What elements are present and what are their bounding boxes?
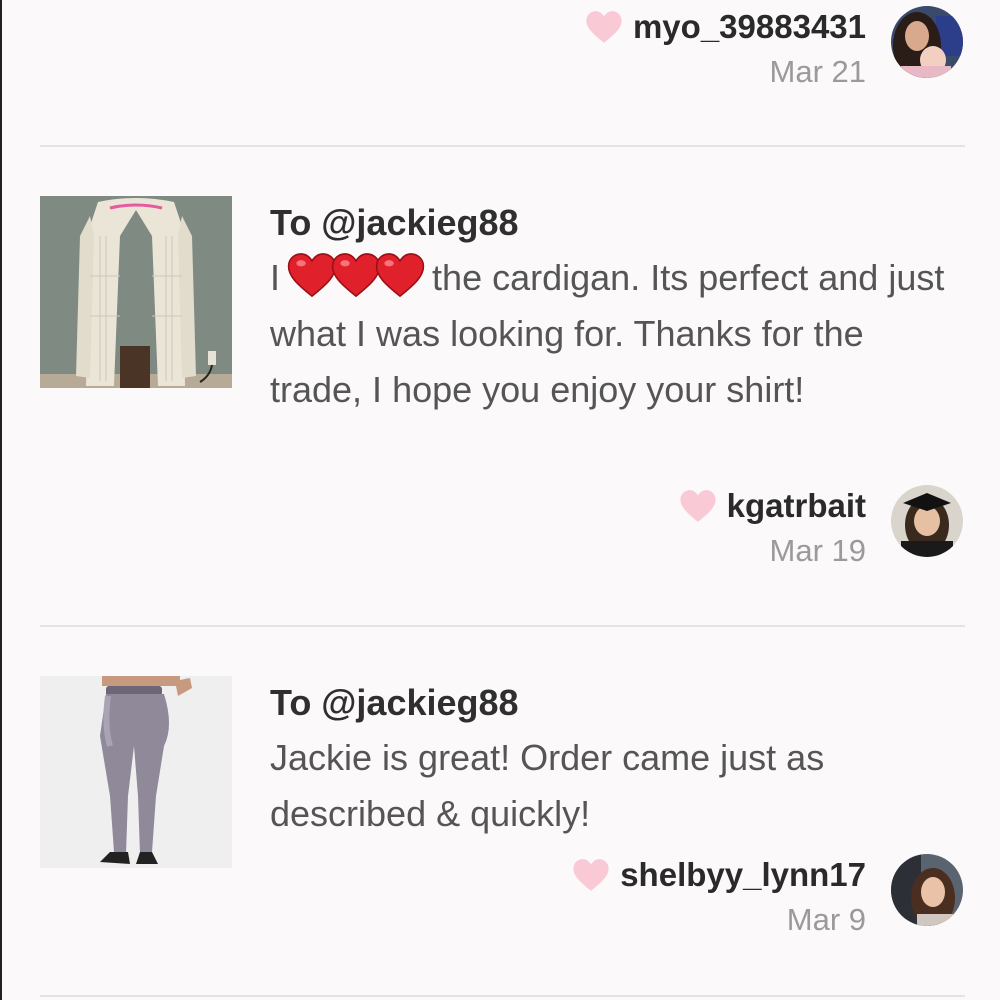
avatar[interactable]	[891, 485, 963, 557]
review-message: I the cardigan. Its perfect and just wha…	[270, 250, 960, 418]
heart-emoji-icon	[331, 253, 381, 298]
heart-emoji-icon	[287, 253, 337, 298]
heart-emoji-icon	[375, 253, 425, 298]
reviewer-username[interactable]: shelbyy_lynn17	[620, 856, 866, 894]
divider	[40, 625, 965, 627]
item-thumbnail[interactable]	[40, 196, 232, 388]
review-meta: kgatrbait Mar 19	[679, 487, 866, 569]
heart-icon[interactable]	[585, 10, 623, 44]
reviewer-username[interactable]: myo_39883431	[633, 8, 866, 46]
heart-icon[interactable]	[572, 858, 610, 892]
review-title[interactable]: To @jackieg88	[270, 201, 519, 244]
review-date: Mar 9	[786, 902, 866, 937]
review-meta: myo_39883431 Mar 21	[585, 8, 866, 90]
reviewer-username[interactable]: kgatrbait	[727, 487, 866, 525]
heart-icon[interactable]	[679, 489, 717, 523]
avatar[interactable]	[891, 854, 963, 926]
message-prefix: I	[270, 257, 281, 298]
divider	[40, 995, 965, 997]
item-thumbnail[interactable]	[40, 676, 232, 868]
review-date: Mar 21	[769, 54, 866, 89]
divider	[40, 145, 965, 147]
review-message: Jackie is great! Order came just as desc…	[270, 737, 825, 834]
review-date: Mar 19	[769, 533, 866, 568]
avatar[interactable]	[891, 6, 963, 78]
review-title[interactable]: To @jackieg88	[270, 681, 519, 724]
review-meta: shelbyy_lynn17 Mar 9	[572, 856, 866, 938]
